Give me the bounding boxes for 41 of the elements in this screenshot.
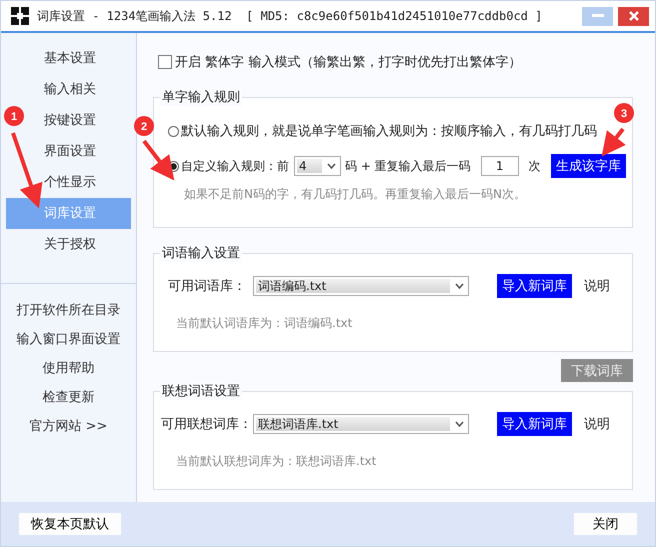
- sidebar-link[interactable]: 使用帮助: [42, 354, 94, 383]
- sidebar-link[interactable]: 检查更新: [42, 383, 94, 412]
- generate-button[interactable]: 生成该字库: [551, 154, 626, 178]
- traditional-mode-checkbox[interactable]: 开启 繁体字 输入模式（输繁出繁，打字时优先打出繁体字）: [158, 53, 522, 71]
- sidebar-item[interactable]: 界面设置: [44, 136, 96, 167]
- close-icon: [628, 10, 640, 22]
- hint-text: 如果不足前N码的字，有几码打几码。再重复输入最后一码N次。: [184, 186, 527, 203]
- import-button[interactable]: 导入新词库: [497, 274, 572, 298]
- caret-icon: [327, 163, 336, 169]
- caret-icon: [455, 283, 464, 289]
- window-title: 词库设置 - 1234笔画输入法 5.12 [ MD5: c8c9e60f501b41d2451010e77cddb0cd ]: [37, 8, 542, 24]
- sidebar-link[interactable]: 输入窗口界面设置: [16, 325, 120, 354]
- app-logo-icon: [11, 7, 29, 25]
- sidebar-item[interactable]: 基本设置: [44, 43, 96, 74]
- group-title: 词语输入设置: [160, 244, 242, 262]
- help-link[interactable]: 说明: [584, 277, 610, 295]
- sidebar-item[interactable]: 按键设置: [44, 105, 96, 136]
- help-link[interactable]: 说明: [584, 415, 610, 433]
- minimize-icon: [592, 14, 604, 18]
- group-title: 单字输入规则: [160, 88, 242, 106]
- repeat-count-field[interactable]: 1: [480, 156, 519, 176]
- code-count-dropdown[interactable]: 4: [294, 156, 341, 176]
- sidebar-item[interactable]: 个性显示: [44, 167, 96, 198]
- field-label: 码 + 重复输入最后一码: [345, 158, 471, 174]
- current-dictionary-text: 当前默认词语库为：词语编码.txt: [176, 315, 354, 332]
- sidebar-link[interactable]: 官方网站 >>: [30, 412, 108, 441]
- current-dictionary-text: 当前默认联想词库为：联想词语库.txt: [176, 453, 378, 470]
- sidebar-link[interactable]: 打开软件所在目录: [16, 296, 120, 325]
- field-label: 可用词语库：: [168, 278, 247, 295]
- close-button[interactable]: [618, 6, 649, 26]
- close-dialog-button[interactable]: 关闭: [574, 513, 637, 535]
- field-label: 次: [528, 158, 541, 174]
- dictionary-dropdown[interactable]: 联想词语库.txt: [253, 414, 469, 434]
- field-label: 可用联想词库：: [161, 416, 248, 433]
- dictionary-dropdown[interactable]: 词语编码.txt: [253, 276, 469, 296]
- sidebar-item[interactable]: 关于授权: [44, 229, 96, 260]
- sidebar-item[interactable]: 输入相关: [44, 74, 96, 105]
- caret-icon: [455, 421, 464, 427]
- group-title: 联想词语设置: [160, 382, 242, 400]
- import-button[interactable]: 导入新词库: [497, 412, 572, 436]
- restore-defaults-button[interactable]: 恢复本页默认: [19, 513, 121, 535]
